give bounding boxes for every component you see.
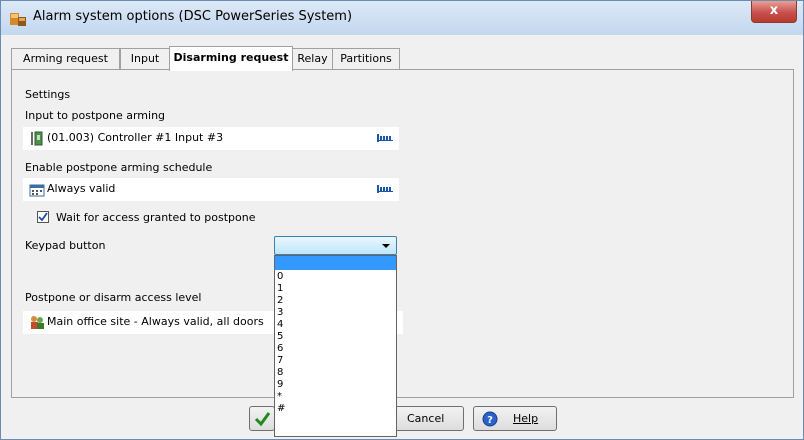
close-icon: x bbox=[769, 3, 779, 18]
help-label: Help bbox=[513, 412, 539, 425]
dropdown-option[interactable]: 5 bbox=[277, 331, 283, 343]
tab-relay[interactable]: Relay bbox=[292, 48, 333, 69]
keypad-dropdown-list[interactable]: 0 1 2 3 4 5 6 7 8 9 * # bbox=[274, 255, 397, 437]
checkmark-icon bbox=[254, 412, 271, 427]
access-level-value: Main office site - Always valid, all doo… bbox=[47, 315, 264, 328]
input-device-icon bbox=[31, 131, 43, 146]
browse-icon[interactable] bbox=[377, 185, 393, 193]
wait-access-checkbox[interactable] bbox=[37, 211, 49, 223]
cancel-button[interactable]: Cancel bbox=[394, 406, 464, 431]
dropdown-option[interactable]: 2 bbox=[277, 295, 283, 307]
browse-icon[interactable] bbox=[377, 134, 393, 142]
cancel-label: Cancel bbox=[407, 412, 445, 425]
dropdown-option[interactable]: 7 bbox=[277, 355, 283, 367]
dropdown-selected-option[interactable] bbox=[275, 256, 396, 270]
postpone-input-label: Input to postpone arming bbox=[25, 109, 166, 122]
tab-arming-request[interactable]: Arming request bbox=[11, 48, 120, 69]
tab-disarming-request[interactable]: Disarming request bbox=[169, 46, 293, 71]
postpone-schedule-field[interactable]: Always valid bbox=[23, 178, 399, 201]
postpone-input-value: (01.003) Controller #1 Input #3 bbox=[47, 131, 224, 144]
dropdown-option[interactable]: # bbox=[277, 403, 285, 415]
postpone-input-field[interactable]: (01.003) Controller #1 Input #3 bbox=[23, 127, 399, 150]
access-level-label: Postpone or disarm access level bbox=[25, 291, 202, 304]
dropdown-option[interactable]: 6 bbox=[277, 343, 283, 355]
wait-access-label[interactable]: Wait for access granted to postpone bbox=[56, 211, 256, 224]
help-icon: ? bbox=[482, 411, 498, 427]
postpone-schedule-value: Always valid bbox=[47, 182, 116, 195]
chevron-down-icon bbox=[382, 244, 390, 248]
close-button[interactable]: x bbox=[751, 1, 797, 23]
keypad-button-select[interactable] bbox=[274, 236, 397, 255]
calendar-icon bbox=[29, 184, 45, 197]
access-level-icon bbox=[31, 316, 44, 329]
dropdown-option[interactable]: 0 bbox=[277, 271, 283, 283]
app-icon bbox=[10, 13, 26, 26]
window-title: Alarm system options (DSC PowerSeries Sy… bbox=[33, 9, 353, 24]
title-bar[interactable]: Alarm system options (DSC PowerSeries Sy… bbox=[1, 1, 803, 35]
keypad-button-label: Keypad button bbox=[25, 239, 106, 252]
dropdown-option[interactable]: 8 bbox=[277, 367, 283, 379]
svg-text:?: ? bbox=[487, 415, 493, 426]
settings-section-label: Settings bbox=[25, 88, 71, 101]
dropdown-option[interactable]: * bbox=[277, 391, 282, 403]
button-bar: Cancel ? Help bbox=[1, 398, 803, 439]
tab-partitions[interactable]: Partitions bbox=[332, 48, 400, 69]
dropdown-option[interactable]: 9 bbox=[277, 379, 283, 391]
ok-button[interactable] bbox=[249, 406, 275, 431]
checkmark-icon bbox=[38, 212, 48, 222]
dropdown-option[interactable]: 3 bbox=[277, 307, 283, 319]
dialog-window: Alarm system options (DSC PowerSeries Sy… bbox=[0, 0, 804, 440]
dropdown-option[interactable]: 4 bbox=[277, 319, 283, 331]
dropdown-option[interactable]: 1 bbox=[277, 283, 283, 295]
help-button[interactable]: ? Help bbox=[473, 406, 557, 431]
postpone-schedule-label: Enable postpone arming schedule bbox=[25, 161, 213, 174]
tab-input[interactable]: Input bbox=[120, 48, 170, 69]
